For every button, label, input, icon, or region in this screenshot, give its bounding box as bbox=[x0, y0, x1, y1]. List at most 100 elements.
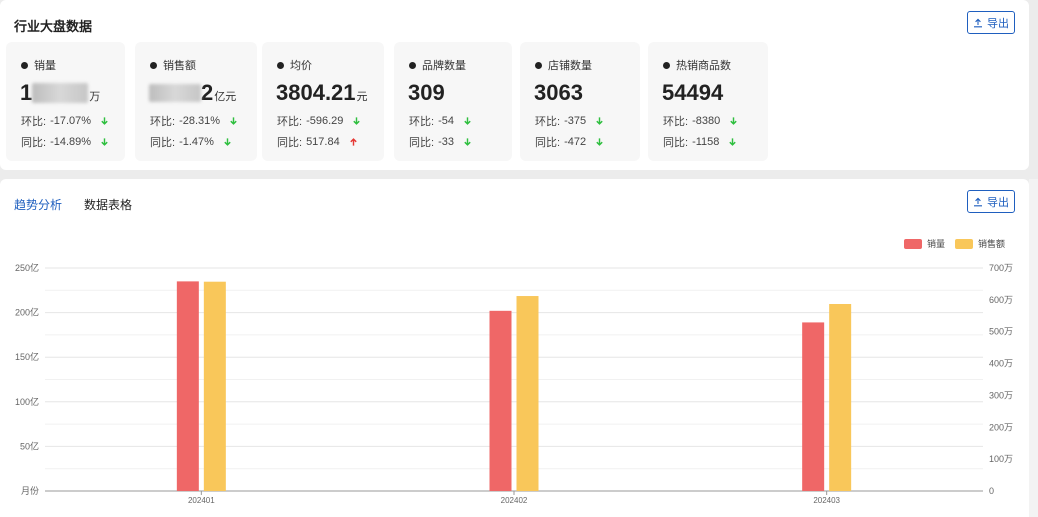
mom-value: -8380 bbox=[692, 115, 721, 127]
arrow-down-icon bbox=[464, 117, 471, 125]
legend-swatch bbox=[954, 238, 973, 249]
left-axis-tick-label: 100亿 bbox=[15, 396, 39, 407]
bar-sales-amount bbox=[829, 303, 852, 491]
bullet-icon bbox=[150, 61, 157, 69]
left-axis-tick-label: 150亿 bbox=[15, 351, 39, 362]
yoy-value: -14.89% bbox=[50, 136, 92, 148]
yoy-value: -1158 bbox=[692, 136, 720, 148]
metric-label: 热销商品数 bbox=[676, 60, 731, 72]
metric-card-avg-price: 均价 3804.21元 环比: -596.29 同比: 517.84 bbox=[262, 42, 384, 161]
right-axis-tick-label: 400万 bbox=[989, 359, 1013, 369]
arrow-down-icon bbox=[464, 138, 471, 146]
bar-sales-amount bbox=[203, 281, 226, 491]
trend-bar-chart: 50亿 100亿 150亿 200亿 250亿月份 0 100万 200万 300万 400万 50… bbox=[15, 262, 1013, 505]
x-axis-name: 月份 bbox=[21, 485, 39, 496]
arrow-down-icon bbox=[230, 117, 237, 125]
x-axis-tick-label: 202403 bbox=[813, 496, 840, 505]
bullet-icon bbox=[535, 61, 542, 69]
yoy-value: -33 bbox=[438, 136, 454, 148]
tab-data-table[interactable]: 数据表格 bbox=[84, 196, 132, 213]
yoy-row: 同比: -14.89% bbox=[21, 134, 109, 150]
left-axis-tick-label: 200亿 bbox=[15, 307, 39, 318]
bar-sales-amount bbox=[516, 296, 539, 491]
trend-panel: 50亿 100亿 150亿 200亿 250亿 月份 0 100万 200万 300万 400万 50… bbox=[0, 179, 1029, 517]
right-axis-tick-label: 100万 bbox=[989, 454, 1013, 464]
x-axis-tick-label: 202402 bbox=[501, 496, 528, 505]
tab-trend-analysis[interactable]: 趋势分析 bbox=[14, 196, 62, 213]
metric-value: 3804.21元 bbox=[276, 80, 368, 105]
bar-sales-volume bbox=[802, 322, 825, 491]
metric-label: 品牌数量 bbox=[422, 60, 466, 72]
bullet-icon bbox=[663, 61, 670, 69]
arrow-down-icon bbox=[730, 117, 737, 125]
upload-icon bbox=[974, 197, 982, 206]
arrow-down-icon bbox=[224, 138, 231, 146]
legend-item-sales-volume[interactable]: 销量 bbox=[903, 237, 945, 250]
mom-row: 环比: -28.31% bbox=[150, 113, 238, 129]
metric-card-sales-volume: 销量 1万 环比: -17.07% 同比: -14.89% bbox=[6, 42, 125, 161]
right-axis-tick-label: 600万 bbox=[989, 295, 1013, 305]
metric-label: 销售额 bbox=[163, 60, 196, 72]
metric-card-hot-products: 热销商品数 54494 环比: -8380 同比: -1158 bbox=[648, 42, 768, 161]
metric-label: 店铺数量 bbox=[548, 60, 592, 72]
arrow-down-icon bbox=[101, 117, 108, 125]
arrow-down-icon bbox=[729, 138, 737, 146]
masked-value bbox=[149, 83, 201, 102]
yoy-row: 同比: -33 bbox=[409, 134, 472, 150]
arrow-down-icon bbox=[596, 117, 603, 125]
metric-value: 3063 bbox=[534, 80, 583, 105]
metric-value: 1万 bbox=[20, 80, 101, 105]
x-axis-tick-label: 202401 bbox=[188, 496, 215, 505]
bar-sales-volume bbox=[176, 281, 199, 491]
metric-value: 54494 bbox=[662, 80, 724, 105]
bullet-icon bbox=[21, 61, 28, 69]
trend-export-button[interactable]: 导出 bbox=[967, 190, 1015, 213]
left-axis-tick-label: 50亿 bbox=[20, 440, 39, 451]
mom-row: 环比: -17.07% bbox=[21, 113, 109, 129]
metric-card-store-count: 店铺数量 3063 环比: -375 同比: -472 bbox=[520, 42, 640, 161]
mom-row: 环比: -375 bbox=[535, 113, 604, 129]
mom-value: -28.31% bbox=[179, 115, 221, 127]
masked-value bbox=[32, 82, 89, 103]
scrollbar[interactable] bbox=[1029, 179, 1038, 517]
right-axis-tick-label: 500万 bbox=[989, 327, 1013, 337]
mom-row: 环比: -54 bbox=[409, 113, 472, 129]
left-axis-tick-label: 250亿 bbox=[15, 262, 39, 273]
upload-icon bbox=[974, 18, 982, 27]
mom-value: -596.29 bbox=[306, 115, 344, 127]
metric-card-sales-amount: 销售额 2亿元 环比: -28.31% 同比: -1.47% bbox=[135, 42, 257, 161]
trend-tabs: 趋势分析 数据表格 bbox=[14, 196, 132, 213]
metric-value: 2亿元 bbox=[149, 80, 236, 106]
yoy-row: 同比: 517.84 bbox=[277, 134, 358, 150]
arrow-down-icon bbox=[596, 138, 603, 146]
metric-label: 销量 bbox=[34, 60, 56, 72]
legend-item-sales-amount[interactable]: 销售额 bbox=[954, 237, 1005, 250]
yoy-row: 同比: -472 bbox=[535, 134, 604, 150]
overview-export-button[interactable]: 导出 bbox=[967, 11, 1015, 34]
yoy-value: -1.47% bbox=[179, 136, 214, 148]
arrow-up-icon bbox=[350, 138, 357, 146]
yoy-value: 517.84 bbox=[306, 136, 340, 148]
arrow-down-icon bbox=[353, 117, 361, 125]
mom-row: 环比: -8380 bbox=[663, 113, 738, 129]
mom-value: -17.07% bbox=[50, 115, 92, 127]
metric-label: 均价 bbox=[290, 60, 312, 72]
yoy-row: 同比: -1.47% bbox=[150, 134, 232, 150]
metric-card-brand-count: 品牌数量 309 环比: -54 同比: -33 bbox=[394, 42, 512, 161]
overview-export-label: 导出 bbox=[987, 17, 1009, 30]
chart-legend: 销量 销售额 bbox=[903, 237, 1005, 250]
right-axis-tick-label: 200万 bbox=[989, 422, 1013, 432]
bullet-icon bbox=[277, 61, 284, 69]
right-axis-tick-label: 700万 bbox=[989, 263, 1013, 273]
yoy-row: 同比: -1158 bbox=[663, 134, 737, 150]
arrow-down-icon bbox=[101, 138, 108, 146]
right-axis-tick-label: 0 bbox=[989, 486, 994, 496]
industry-overview-panel: 行业大盘数据 导出 销量 1万 环比: -17.07% 同比: -14.89% 销售… bbox=[0, 0, 1029, 170]
overview-title: 行业大盘数据 bbox=[14, 19, 93, 34]
bar-sales-volume bbox=[489, 310, 512, 491]
trend-export-label: 导出 bbox=[987, 196, 1009, 209]
bullet-icon bbox=[409, 61, 416, 69]
mom-value: -54 bbox=[438, 115, 454, 127]
mom-row: 环比: -596.29 bbox=[277, 113, 361, 129]
yoy-value: -472 bbox=[564, 136, 587, 148]
